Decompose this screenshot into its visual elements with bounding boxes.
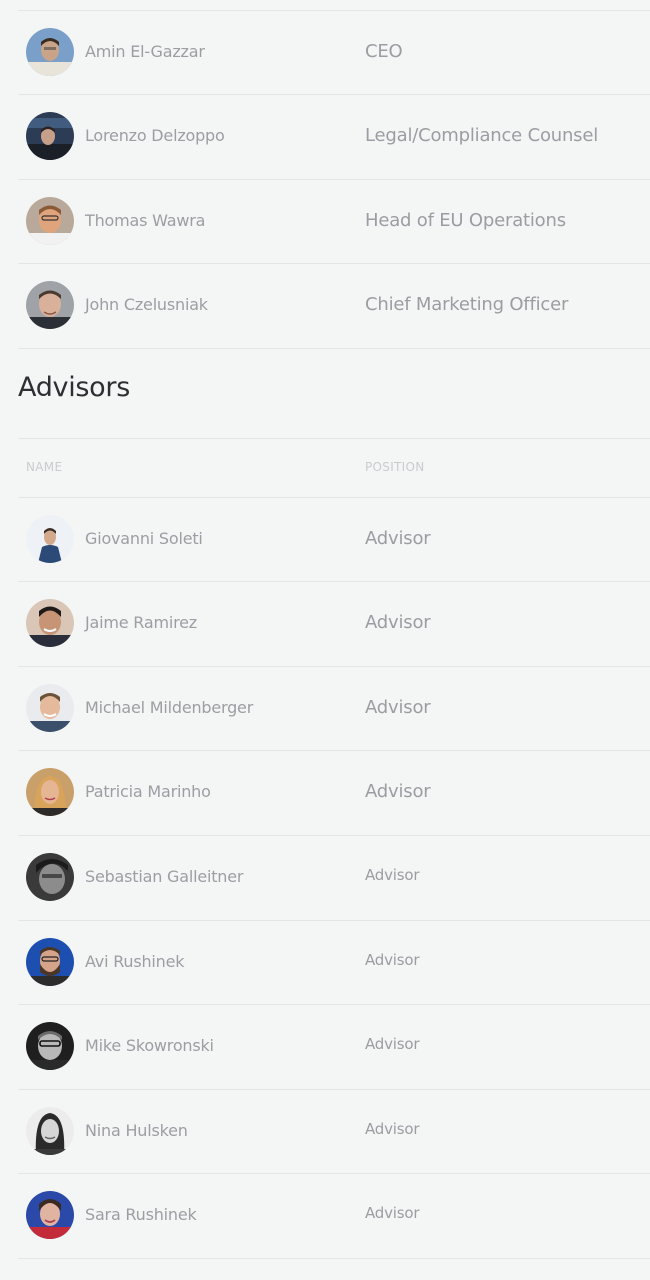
- advisor-name: Avi Rushinek: [85, 952, 185, 971]
- avatar: [26, 112, 74, 160]
- table-divider: [18, 1258, 650, 1259]
- table-divider: [18, 348, 650, 349]
- avatar: [26, 853, 74, 901]
- section-title: Advisors: [18, 372, 130, 403]
- advisor-position: Advisor: [365, 866, 420, 884]
- advisor-position: Advisor: [365, 781, 431, 802]
- member-position: Chief Marketing Officer: [365, 294, 569, 315]
- table-row: Giovanni Soleti Advisor: [18, 497, 650, 581]
- table-row: John Czelusniak Chief Marketing Officer: [18, 263, 650, 347]
- advisor-position: Advisor: [365, 528, 431, 549]
- table-row: Thomas Wawra Head of EU Operations: [18, 179, 650, 263]
- avatar: [26, 1107, 74, 1155]
- advisor-name: Michael Mildenberger: [85, 698, 254, 717]
- member-name: Lorenzo Delzoppo: [85, 126, 225, 145]
- column-header-position: POSITION: [365, 460, 425, 474]
- member-name: John Czelusniak: [85, 295, 208, 314]
- advisor-name: Jaime Ramirez: [85, 613, 197, 632]
- table-row: Avi Rushinek Advisor: [18, 920, 650, 1004]
- table-row: Nina Hulsken Advisor: [18, 1089, 650, 1173]
- avatar: [26, 515, 74, 563]
- member-name: Amin El-Gazzar: [85, 42, 205, 61]
- avatar: [26, 1191, 74, 1239]
- avatar: [26, 768, 74, 816]
- avatar: [26, 1022, 74, 1070]
- advisor-position: Advisor: [365, 612, 431, 633]
- table-row: Mike Skowronski Advisor: [18, 1004, 650, 1088]
- member-name: Thomas Wawra: [85, 211, 206, 230]
- avatar: [26, 281, 74, 329]
- table-row: Patricia Marinho Advisor: [18, 750, 650, 834]
- advisor-name: Mike Skowronski: [85, 1036, 214, 1055]
- table-row: Michael Mildenberger Advisor: [18, 666, 650, 750]
- advisor-name: Sebastian Galleitner: [85, 867, 244, 886]
- advisor-position: Advisor: [365, 1120, 420, 1138]
- avatar: [26, 684, 74, 732]
- table-row: Lorenzo Delzoppo Legal/Compliance Counse…: [18, 94, 650, 178]
- table-row: Jaime Ramirez Advisor: [18, 581, 650, 665]
- member-position: Head of EU Operations: [365, 210, 566, 231]
- advisor-name: Patricia Marinho: [85, 782, 211, 801]
- member-position: CEO: [365, 41, 403, 62]
- member-position: Legal/Compliance Counsel: [365, 125, 599, 146]
- advisor-position: Advisor: [365, 697, 431, 718]
- advisor-position: Advisor: [365, 1204, 420, 1222]
- avatar: [26, 197, 74, 245]
- advisor-position: Advisor: [365, 951, 420, 969]
- table-row: Amin El-Gazzar CEO: [18, 10, 650, 94]
- column-header-name: NAME: [26, 460, 63, 474]
- table-row: Sara Rushinek Advisor: [18, 1173, 650, 1257]
- avatar: [26, 599, 74, 647]
- advisor-position: Advisor: [365, 1035, 420, 1053]
- table-divider: [18, 438, 650, 439]
- avatar: [26, 938, 74, 986]
- advisor-name: Nina Hulsken: [85, 1121, 188, 1140]
- table-row: Sebastian Galleitner Advisor: [18, 835, 650, 919]
- advisor-name: Sara Rushinek: [85, 1205, 197, 1224]
- avatar: [26, 28, 74, 76]
- advisor-name: Giovanni Soleti: [85, 529, 203, 548]
